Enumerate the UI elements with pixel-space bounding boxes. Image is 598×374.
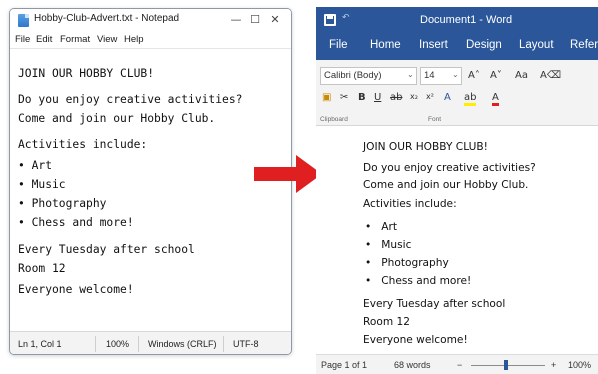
text-effects-icon[interactable]: A <box>444 92 451 103</box>
line-ending: Windows (CRLF) <box>148 339 217 349</box>
tab-references[interactable]: Refer <box>570 39 598 51</box>
clipboard-group-label: Clipboard <box>320 116 348 123</box>
word-window: ↶ Document1 - Word File Home Insert Desi… <box>316 7 598 374</box>
text-line: • Art <box>18 159 53 172</box>
tab-design[interactable]: Design <box>466 39 502 51</box>
doc-para: Everyone welcome! <box>363 334 468 346</box>
cursor-position: Ln 1, Col 1 <box>18 339 62 349</box>
doc-list-heading: Activities include: <box>363 198 457 210</box>
undo-icon[interactable]: ↶ <box>342 13 350 23</box>
cut-icon[interactable]: ✂ <box>340 92 348 103</box>
text-line: Activities include: <box>18 138 148 151</box>
menu-format[interactable]: Format <box>60 34 90 45</box>
doc-title: JOIN OUR HOBBY CLUB! <box>363 141 488 153</box>
doc-para: Room 12 <box>363 316 411 328</box>
text-line: • Music <box>18 178 66 191</box>
notepad-menubar: File Edit Format View Help <box>10 31 291 49</box>
encoding: UTF-8 <box>233 339 259 349</box>
superscript-icon[interactable]: x² <box>426 92 434 101</box>
zoom-level: 100% <box>568 360 592 370</box>
page-count: Page 1 of 1 <box>321 360 368 370</box>
clear-format-icon[interactable]: A⌫ <box>540 70 561 81</box>
text-line: Do you enjoy creative activities? <box>18 93 243 106</box>
text-line: • Chess and more! <box>18 216 134 229</box>
list-item: • Art <box>365 221 398 233</box>
tab-file[interactable]: File <box>329 39 348 51</box>
menu-edit[interactable]: Edit <box>36 34 52 45</box>
underline-icon[interactable]: U <box>374 92 381 103</box>
zoom-out-button[interactable]: − <box>457 360 462 370</box>
text-line: Room 12 <box>18 262 66 275</box>
doc-para: Do you enjoy creative activities? <box>363 162 536 174</box>
notepad-window: Hobby-Club-Advert.txt - Notepad — ☐ ✕ Fi… <box>9 8 292 355</box>
shrink-font-icon[interactable]: A˅ <box>490 70 502 81</box>
status-divider <box>138 336 139 352</box>
menu-help[interactable]: Help <box>124 34 144 45</box>
notepad-file-icon <box>18 14 29 27</box>
paste-icon[interactable]: ▣ <box>322 92 331 103</box>
menu-view[interactable]: View <box>97 34 117 45</box>
notepad-title: Hobby-Club-Advert.txt - Notepad <box>34 13 180 24</box>
maximize-button[interactable]: ☐ <box>247 12 263 28</box>
word-count: 68 words <box>394 360 431 370</box>
word-titlebar[interactable]: ↶ Document1 - Word <box>316 7 598 34</box>
list-item: • Chess and more! <box>365 275 472 287</box>
list-item: • Photography <box>365 257 449 269</box>
zoom-slider[interactable] <box>471 365 545 366</box>
tab-layout[interactable]: Layout <box>519 39 554 51</box>
strikethrough-icon[interactable]: ab <box>390 92 402 103</box>
status-divider <box>95 336 96 352</box>
menu-file[interactable]: File <box>15 34 30 45</box>
notepad-statusbar: Ln 1, Col 1 100% Windows (CRLF) UTF-8 <box>10 331 291 354</box>
subscript-icon[interactable]: x₂ <box>410 92 418 101</box>
text-line: JOIN OUR HOBBY CLUB! <box>18 67 155 80</box>
bold-icon[interactable]: B <box>358 92 366 103</box>
grow-font-icon[interactable]: A˄ <box>468 70 480 81</box>
zoom-level: 100% <box>106 339 130 349</box>
status-divider <box>223 336 224 352</box>
word-save-icon[interactable] <box>324 14 336 26</box>
chevron-down-icon[interactable]: ⌄ <box>407 70 414 79</box>
chevron-down-icon[interactable]: ⌄ <box>452 70 459 79</box>
text-line: Everyone welcome! <box>18 283 134 296</box>
notepad-titlebar[interactable]: Hobby-Club-Advert.txt - Notepad — ☐ ✕ <box>10 9 291 31</box>
word-statusbar: Page 1 of 1 68 words − + 100% <box>316 354 598 374</box>
red-arrow <box>254 155 322 193</box>
doc-para: Every Tuesday after school <box>363 298 506 310</box>
font-color-icon[interactable]: A <box>492 92 499 106</box>
text-line: • Photography <box>18 197 107 210</box>
zoom-in-button[interactable]: + <box>551 360 556 370</box>
text-line: Come and join our Hobby Club. <box>18 112 216 125</box>
font-name-box[interactable]: Calibri (Body) <box>320 67 417 85</box>
tab-insert[interactable]: Insert <box>419 39 448 51</box>
list-item: • Music <box>365 239 412 251</box>
zoom-slider-thumb[interactable] <box>504 360 508 370</box>
word-title: Document1 - Word <box>420 14 513 26</box>
ribbon-tabs: File Home Insert Design Layout Refer <box>316 34 598 60</box>
font-group-label: Font <box>428 116 442 123</box>
close-button[interactable]: ✕ <box>267 12 283 28</box>
tab-home[interactable]: Home <box>370 39 401 51</box>
minimize-button[interactable]: — <box>228 12 244 28</box>
document-page[interactable] <box>316 126 598 354</box>
screenshot-stage: Hobby-Club-Advert.txt - Notepad — ☐ ✕ Fi… <box>0 0 598 374</box>
change-case-icon[interactable]: Aa <box>515 70 528 81</box>
highlight-icon[interactable]: ab <box>464 92 477 106</box>
doc-para: Come and join our Hobby Club. <box>363 179 529 191</box>
ribbon: Calibri (Body) ⌄ 14 ⌄ A˄ A˅ Aa A⌫ ▣ ✂ B … <box>316 60 598 126</box>
text-line: Every Tuesday after school <box>18 243 195 256</box>
